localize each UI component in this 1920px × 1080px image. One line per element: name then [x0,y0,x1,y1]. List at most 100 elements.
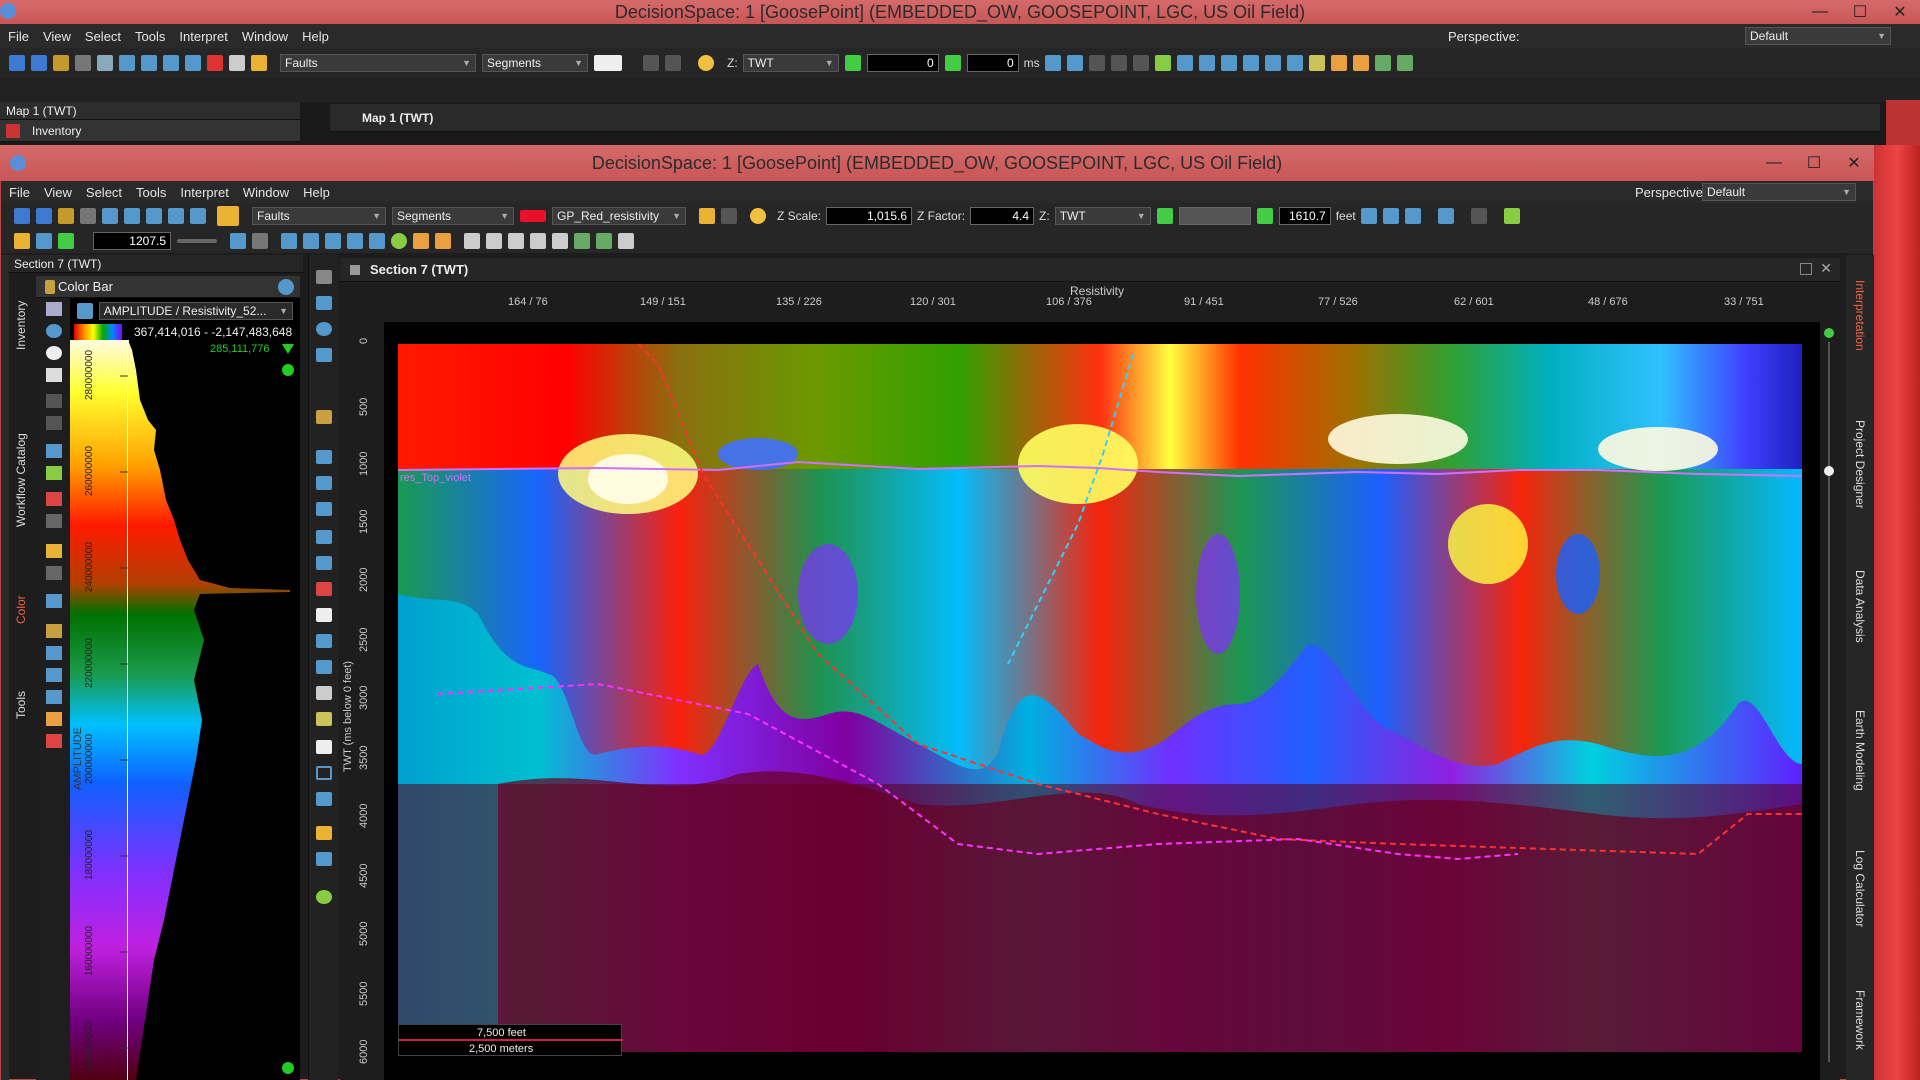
strip-rect-icon[interactable] [316,766,332,780]
menu-select[interactable]: Select [86,185,122,200]
r2-e-icon[interactable] [325,233,341,249]
cb-d-icon[interactable] [46,514,62,528]
bg-time-start[interactable]: 0 [866,54,939,72]
strip-h-icon[interactable] [316,634,332,648]
bg-layout-icon[interactable] [97,55,113,71]
r2-c-icon[interactable] [281,233,297,249]
cb-c-icon[interactable] [46,492,62,506]
zoom-in-icon[interactable] [282,364,294,376]
cb-refresh-icon[interactable] [46,324,62,338]
minimize-button[interactable]: — [1754,145,1794,181]
bg-maximize-button[interactable]: ☐ [1840,0,1880,24]
section-vscroll[interactable] [1820,322,1840,1080]
strip-zoom-icon[interactable] [316,296,332,310]
bg-minimize-button[interactable]: — [1800,0,1840,24]
bg-next-icon[interactable] [944,55,961,71]
strip-o-icon[interactable] [316,852,332,866]
color-swatch[interactable] [520,210,546,222]
bg-t16-icon[interactable] [1374,55,1391,71]
bg-menu-view[interactable]: View [43,29,71,44]
tool-e-icon[interactable] [190,208,206,224]
undo-icon[interactable] [699,208,715,224]
right-tab-earth-modeling[interactable]: Earth Modeling [1849,710,1871,820]
strip-g-icon[interactable] [316,608,332,622]
section-close-icon[interactable]: ✕ [1820,260,1832,277]
r2-o-icon[interactable] [552,233,568,249]
cb-b-icon[interactable] [46,466,62,480]
bg-tool-icon[interactable] [141,55,157,71]
r2-q-icon[interactable] [596,233,612,249]
bg-t12-icon[interactable] [1286,55,1303,71]
bg-menu-select[interactable]: Select [85,29,121,44]
bg-open-icon[interactable] [31,55,47,71]
strip-select-icon[interactable] [316,270,332,284]
bg-prev-icon[interactable] [844,55,861,71]
bg-t17-icon[interactable] [1396,55,1413,71]
strip-magnify-icon[interactable] [316,322,332,336]
bg-t13-icon[interactable] [1308,55,1325,71]
cb-a-icon[interactable] [46,444,62,458]
resistivity-section-image[interactable]: res_Top_violet [398,344,1802,1052]
strip-c-icon[interactable] [316,502,332,516]
bg-t7-icon[interactable] [1176,55,1193,71]
perspective-combo[interactable]: Default ▼ [1702,183,1856,201]
nav-c-icon[interactable] [1404,208,1421,224]
cb-redo-icon[interactable] [46,416,62,430]
cursor-marker[interactable] [282,344,294,354]
copy-icon[interactable] [80,208,96,224]
right-tab-data-analysis[interactable]: Data Analysis [1849,570,1871,670]
menu-window[interactable]: Window [243,185,289,200]
strip-rotate-icon[interactable] [316,348,332,362]
bg-t3-icon[interactable] [1088,55,1105,71]
row2-slider[interactable] [177,239,217,243]
side-tab-workflow-catalog[interactable]: Workflow Catalog [10,420,32,540]
right-tab-project-designer[interactable]: Project Designer [1849,420,1871,540]
bg-menu-window[interactable]: Window [242,29,288,44]
right-tab-log-calculator[interactable]: Log Calculator [1849,850,1871,960]
bg-tool5-icon[interactable] [229,55,245,71]
cb-f-icon[interactable] [46,566,62,580]
menu-view[interactable]: View [44,185,72,200]
bg-t1-icon[interactable] [1044,55,1061,71]
cb-i-icon[interactable] [46,646,62,660]
new-icon[interactable] [14,208,30,224]
bg-pencil-icon[interactable] [251,55,267,71]
cb-g-icon[interactable] [46,594,62,608]
menu-file[interactable]: File [9,185,30,200]
r2-h-icon[interactable] [391,233,407,249]
bg-redo-icon[interactable] [665,55,681,71]
strip-i-icon[interactable] [316,660,332,674]
r2-r-icon[interactable] [618,233,634,249]
bg-t10-icon[interactable] [1242,55,1259,71]
strip-p-icon[interactable] [316,890,332,904]
bg-close-button[interactable]: ✕ [1880,0,1920,24]
bg-faults-combo[interactable]: Faults ▼ [280,54,476,72]
right-tab-interpretation[interactable]: Interpretation [1849,280,1871,390]
strip-n-icon[interactable] [316,826,332,840]
cb-e-icon[interactable] [46,544,62,558]
cb-j-icon[interactable] [46,668,62,682]
row2-value-input[interactable]: 1207.5 [93,232,171,250]
side-tab-tools[interactable]: Tools [10,680,32,730]
side-tab-inventory[interactable]: Inventory [10,275,32,375]
faults-combo[interactable]: Faults ▼ [252,207,386,225]
bg-menu-help[interactable]: Help [302,29,329,44]
vscroll-top-icon[interactable] [1824,328,1834,338]
menu-interpret[interactable]: Interpret [180,185,228,200]
bg-t9-icon[interactable] [1220,55,1237,71]
strip-m-icon[interactable] [316,792,332,806]
bg-sun-icon[interactable] [698,55,714,71]
bg-menu-interpret[interactable]: Interpret [179,29,227,44]
vscroll-track[interactable] [1828,342,1830,1062]
close-button[interactable]: ✕ [1834,145,1874,181]
cb-doc-icon[interactable] [46,368,62,382]
bg-perspective-combo[interactable]: Default ▼ [1745,27,1891,45]
bg-new-icon[interactable] [9,55,25,71]
r2-k-icon[interactable] [464,233,480,249]
bg-z-combo[interactable]: TWT ▼ [742,54,839,72]
vscroll-thumb[interactable] [1824,466,1834,476]
strip-f-icon[interactable] [316,582,332,596]
well-icon[interactable] [58,233,74,249]
bg-tool2-icon[interactable] [163,55,179,71]
sun-icon[interactable] [750,208,766,224]
